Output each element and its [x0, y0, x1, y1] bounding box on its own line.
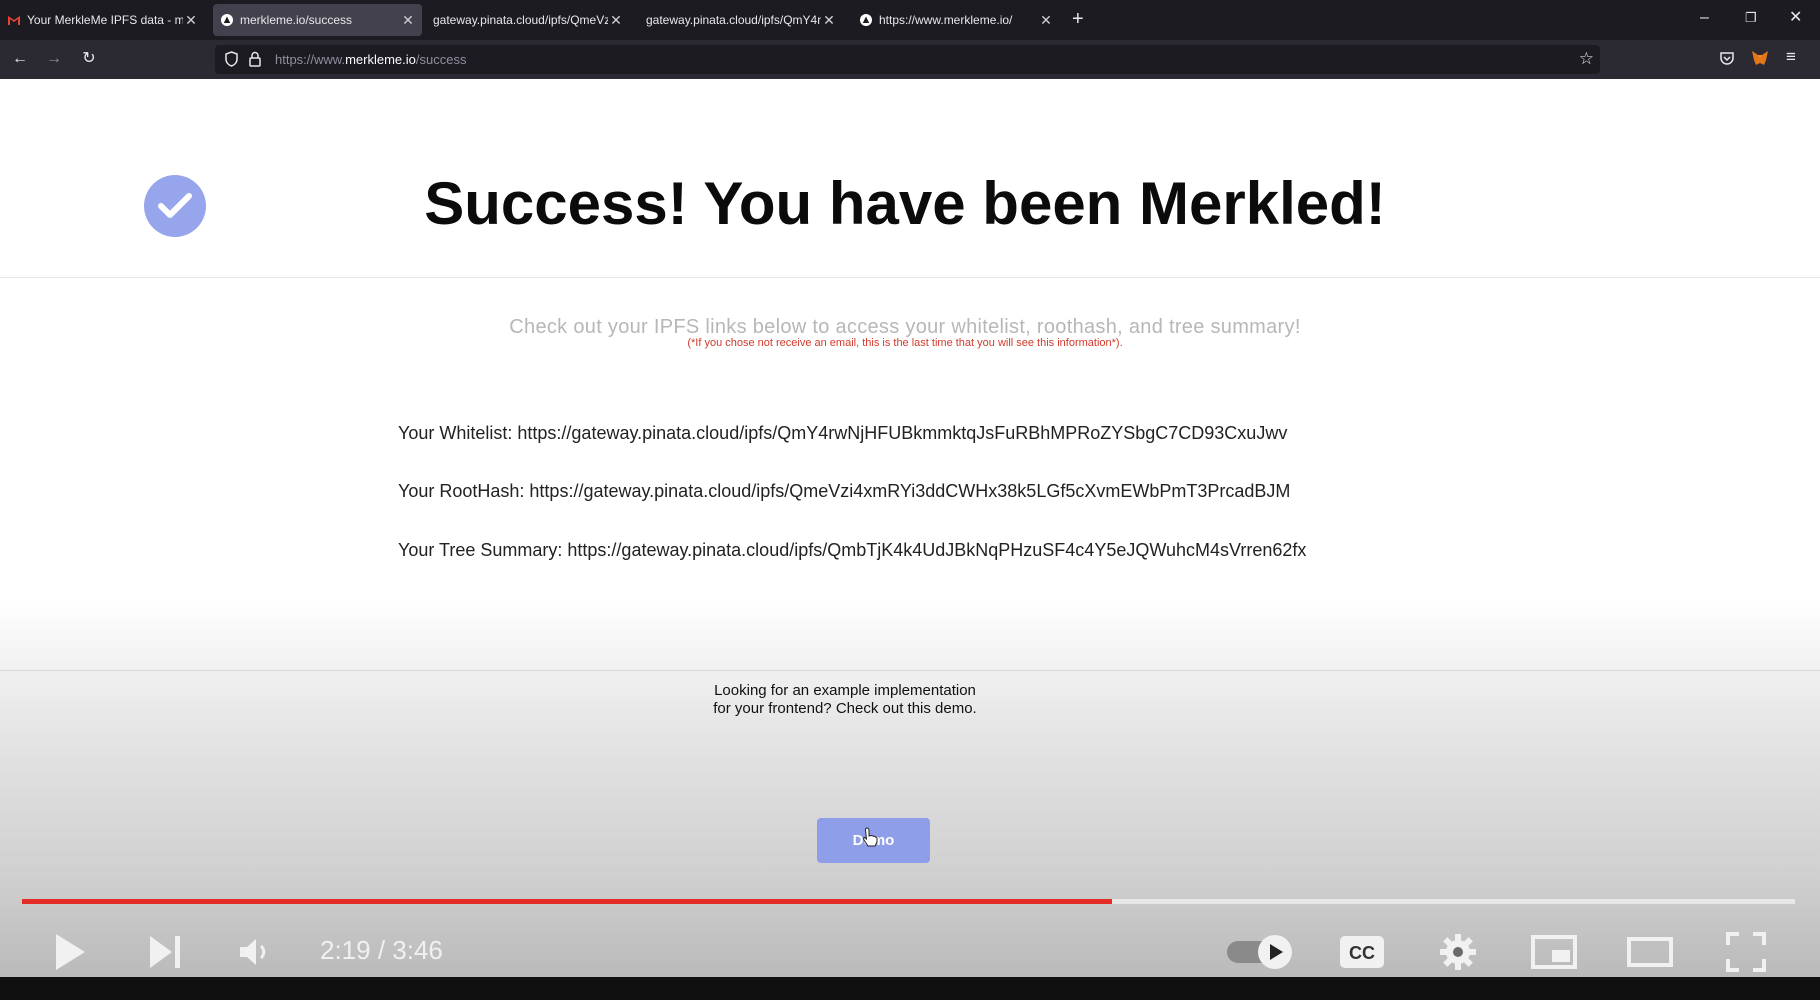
window-close-button[interactable]: ✕	[1789, 8, 1802, 28]
tab-merkleme-success[interactable]: merkleme.io/success ✕	[213, 4, 422, 36]
demo-prompt: Looking for an example implementation fo…	[0, 682, 1690, 718]
tree-summary-label: Your Tree Summary:	[398, 540, 568, 560]
roothash-link-row: Your RootHash: https://gateway.pinata.cl…	[398, 481, 1290, 502]
tree-summary-link[interactable]: https://gateway.pinata.cloud/ipfs/QmbTjK…	[567, 540, 1306, 560]
demo-prompt-line: for your frontend? Check out this demo.	[713, 700, 977, 717]
demo-prompt-line: Looking for an example implementation	[714, 682, 976, 699]
theater-mode-icon[interactable]	[1624, 930, 1676, 974]
tab-gmail[interactable]: Your MerkleMe IPFS data - merkl ✕	[0, 4, 205, 36]
close-tab-icon[interactable]: ✕	[183, 12, 199, 29]
menu-icon[interactable]: ≡	[1786, 47, 1796, 67]
close-tab-icon[interactable]: ✕	[400, 12, 416, 29]
video-fade-overlay	[0, 599, 1820, 977]
close-tab-icon[interactable]: ✕	[821, 12, 837, 29]
video-progress-played	[22, 899, 1113, 904]
miniplayer-icon[interactable]	[1528, 930, 1580, 974]
pocket-icon[interactable]	[1719, 50, 1735, 71]
video-progress-bar[interactable]	[22, 899, 1795, 904]
fullscreen-icon[interactable]	[1722, 928, 1770, 976]
roothash-link[interactable]: https://gateway.pinata.cloud/ipfs/QmeVzi…	[529, 481, 1290, 501]
tab-title: Your MerkleMe IPFS data - merkl	[27, 13, 183, 27]
minimize-button[interactable]: –	[1700, 8, 1709, 28]
tab-title: gateway.pinata.cloud/ipfs/QmeVzi4	[433, 13, 608, 27]
tab-title: https://www.merkleme.io/	[879, 13, 1013, 27]
shield-icon[interactable]	[225, 51, 238, 72]
address-bar[interactable]: https://www.merkleme.io/success ☆	[215, 45, 1600, 74]
back-arrow-icon[interactable]: ←	[9, 48, 31, 70]
browser-nav-bar: ← → ↻ https://www.merkleme.io/success ☆ …	[0, 40, 1820, 79]
tree-summary-link-row: Your Tree Summary: https://gateway.pinat…	[398, 540, 1306, 561]
hand-cursor-icon	[862, 827, 878, 852]
close-tab-icon[interactable]: ✕	[1038, 12, 1054, 29]
lock-icon[interactable]	[249, 51, 261, 72]
restore-button[interactable]: ❐	[1745, 8, 1757, 28]
video-time: 2:19 / 3:46	[320, 935, 443, 965]
autoplay-toggle[interactable]	[1225, 930, 1297, 974]
whitelist-link[interactable]: https://gateway.pinata.cloud/ipfs/QmY4rw…	[517, 423, 1287, 443]
new-tab-button[interactable]: +	[1072, 8, 1084, 30]
url-text: https://www.merkleme.io/success	[275, 52, 467, 67]
bookmark-star-icon[interactable]: ☆	[1579, 49, 1594, 69]
close-tab-icon[interactable]: ✕	[608, 12, 624, 29]
next-video-button[interactable]	[143, 930, 187, 974]
subtitles-cc-icon[interactable]: CC	[1338, 930, 1386, 974]
divider	[0, 670, 1820, 671]
subtitle: Check out your IPFS links below to acces…	[509, 316, 1301, 338]
volume-icon[interactable]	[234, 930, 278, 974]
page-title: Success! You have been Merkled!	[424, 170, 1386, 237]
whitelist-label: Your Whitelist:	[398, 423, 518, 443]
tab-pinata-whitelist[interactable]: gateway.pinata.cloud/ipfs/QmY4rw ✕	[638, 4, 843, 36]
whitelist-link-row: Your Whitelist: https://gateway.pinata.c…	[398, 423, 1287, 444]
email-notice: (*If you chose not receive an email, thi…	[687, 337, 1123, 349]
gmail-icon	[8, 14, 20, 26]
video-frame: Your MerkleMe IPFS data - merkl ✕ merkle…	[0, 0, 1820, 977]
site-icon	[221, 14, 233, 26]
page-content: Success! You have been Merkled! Check ou…	[0, 79, 1820, 977]
browser-tab-bar: Your MerkleMe IPFS data - merkl ✕ merkle…	[0, 0, 1820, 40]
svg-text:CC: CC	[1349, 943, 1375, 963]
forward-arrow-icon[interactable]: →	[43, 48, 65, 70]
tab-title: merkleme.io/success	[240, 13, 353, 27]
roothash-label: Your RootHash:	[398, 481, 530, 501]
metamask-fox-icon[interactable]	[1751, 49, 1769, 72]
settings-gear-icon[interactable]	[1434, 930, 1482, 974]
bottom-strip	[0, 977, 1820, 1000]
reload-icon[interactable]: ↻	[78, 48, 100, 70]
tab-pinata-roothash[interactable]: gateway.pinata.cloud/ipfs/QmeVzi4 ✕	[425, 4, 630, 36]
divider	[0, 277, 1820, 278]
site-icon	[860, 14, 872, 26]
tab-title: gateway.pinata.cloud/ipfs/QmY4rw	[646, 13, 821, 27]
play-button[interactable]	[48, 928, 92, 976]
tab-merkleme-home[interactable]: https://www.merkleme.io/ ✕	[852, 4, 1060, 36]
